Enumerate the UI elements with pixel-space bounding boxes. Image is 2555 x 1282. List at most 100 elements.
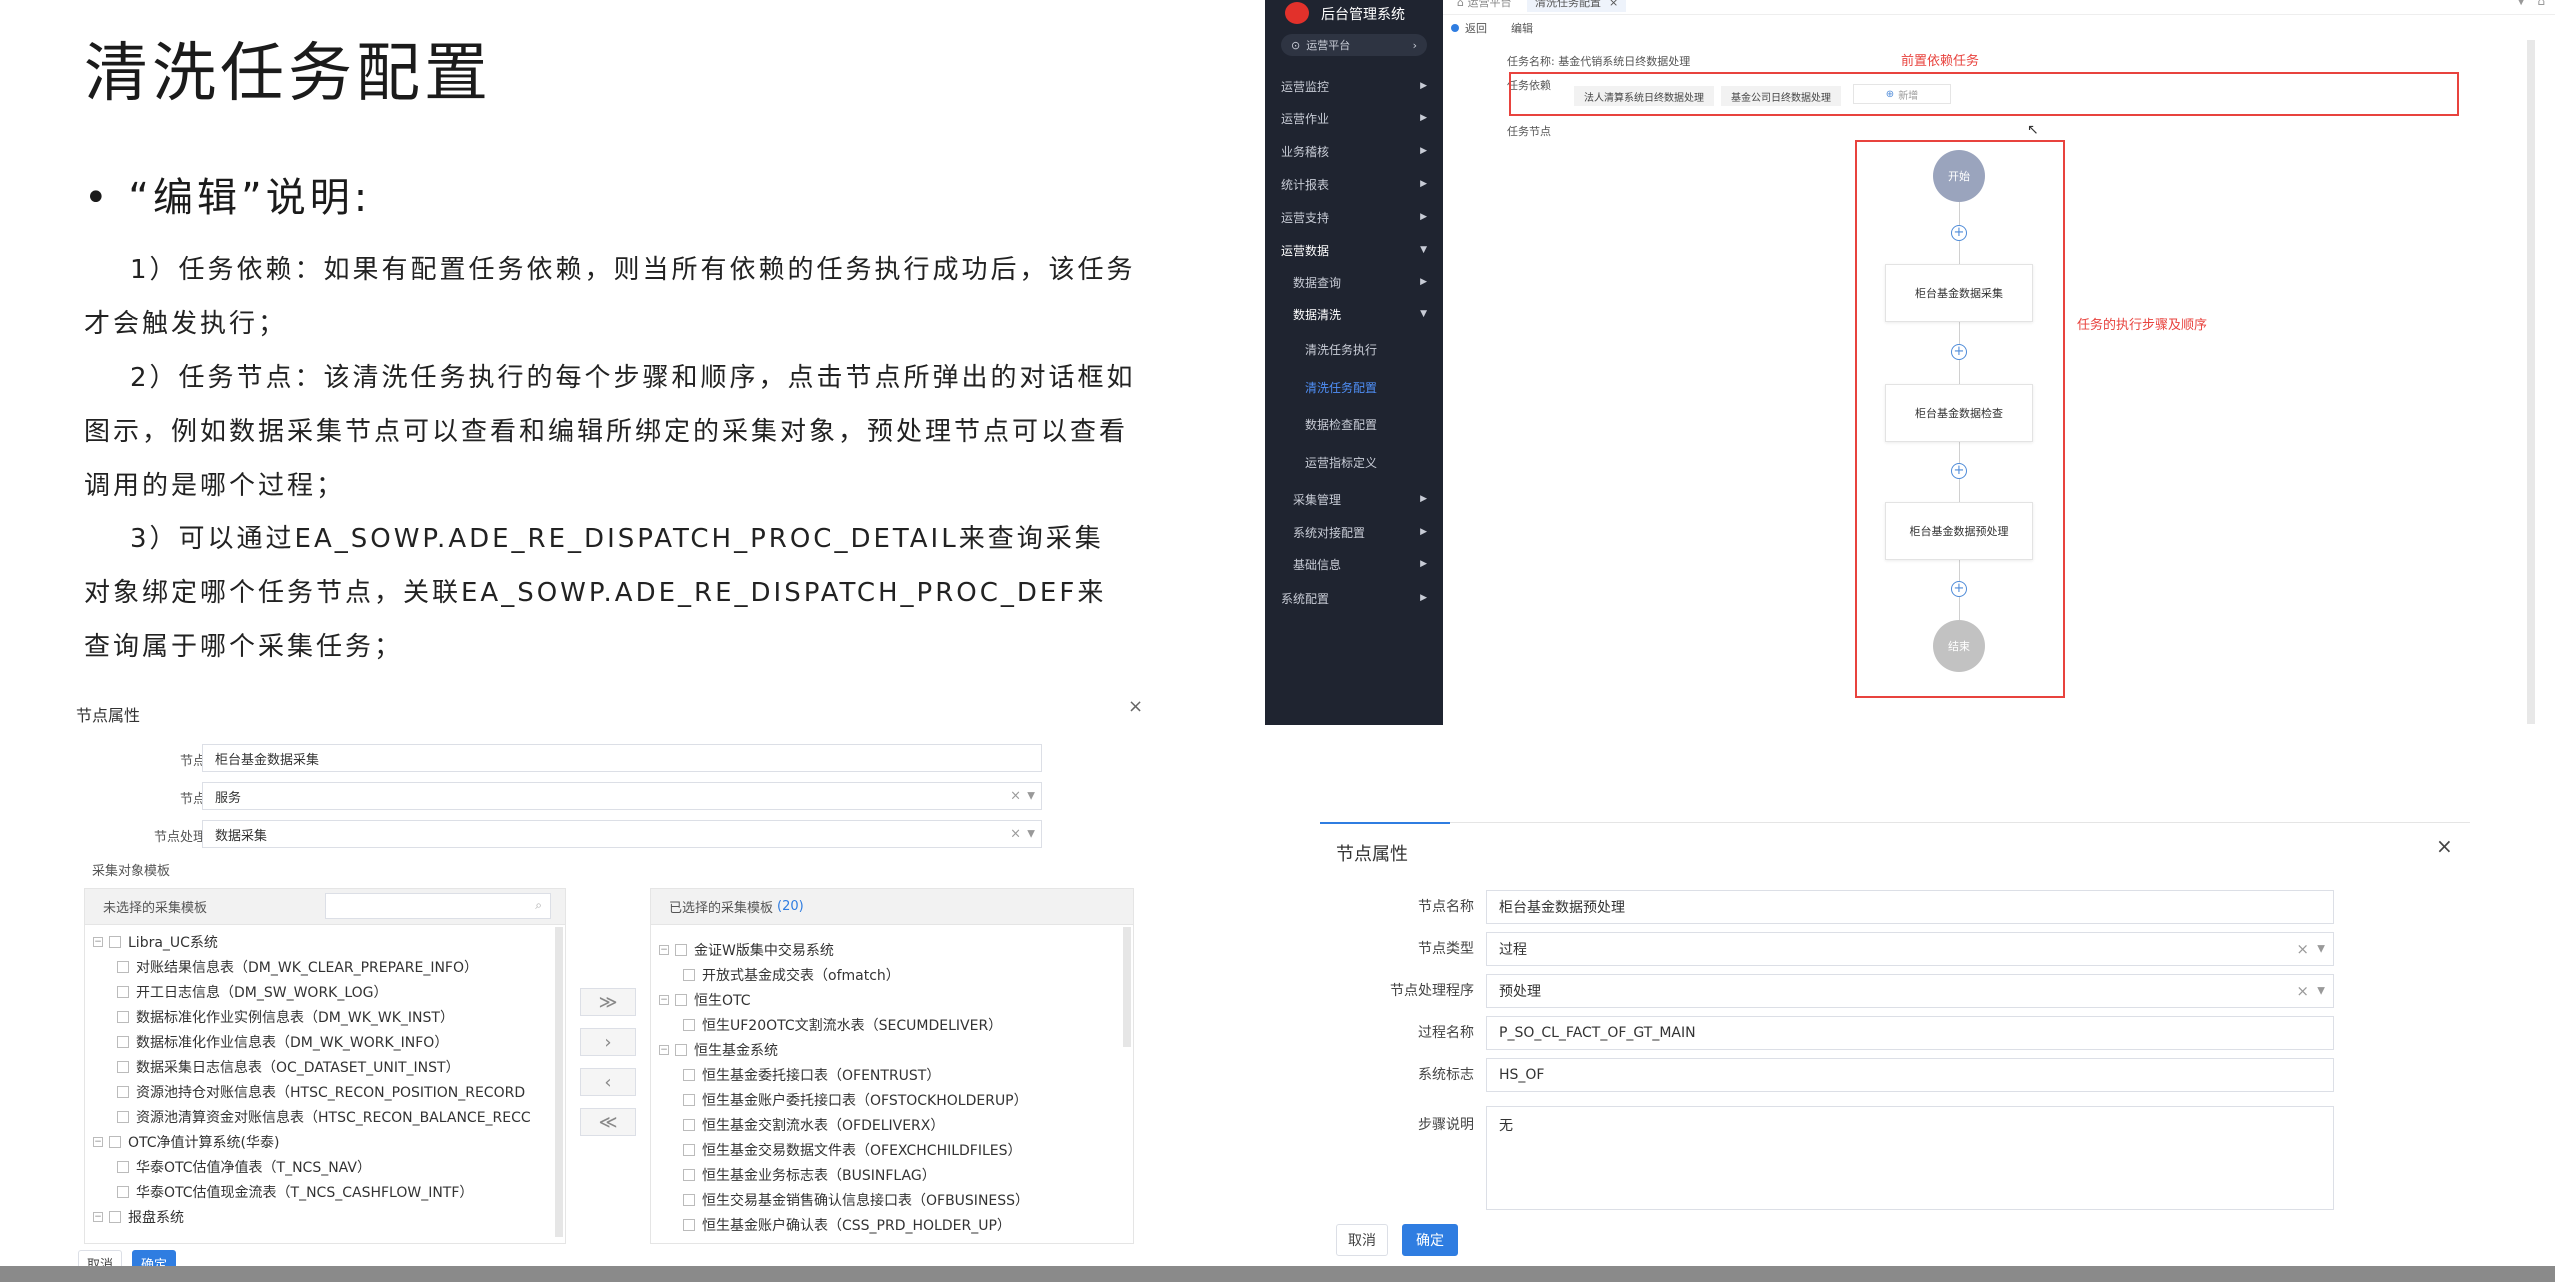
checkbox[interactable]	[109, 935, 121, 948]
tree-item[interactable]: 数据标准化作业实例信息表（DM_WK_WK_INST）	[93, 1004, 555, 1029]
node-type-select[interactable]: 服务 × ▼	[202, 782, 1042, 810]
platform-switcher[interactable]: ⊙ 运营平台 ›	[1281, 34, 1427, 56]
checkbox[interactable]	[117, 960, 129, 973]
checkbox[interactable]	[675, 993, 687, 1006]
menu-ops-job[interactable]: 运营作业 ▶	[1265, 102, 1443, 134]
checkbox[interactable]	[109, 1210, 121, 1223]
clear-icon[interactable]: ×	[2296, 982, 2309, 1000]
menu-clean-exec[interactable]: 清洗任务执行	[1265, 333, 1443, 365]
checkbox[interactable]	[117, 985, 129, 998]
back-button[interactable]: 返回	[1451, 20, 1487, 36]
menu-ops-monitor[interactable]: 运营监控 ▶	[1265, 70, 1443, 102]
checkbox[interactable]	[675, 943, 687, 956]
checkbox[interactable]	[675, 1043, 687, 1056]
checkbox[interactable]	[117, 1110, 129, 1123]
scrollbar[interactable]	[2527, 40, 2535, 724]
node-type-select[interactable]: 过程 × ▼	[1486, 932, 2334, 966]
tree-group[interactable]: − Libra_UC系统	[93, 929, 555, 954]
checkbox[interactable]	[117, 1085, 129, 1098]
menu-system-config[interactable]: 系统配置 ▶	[1265, 582, 1443, 614]
checkbox[interactable]	[117, 1185, 129, 1198]
tree-item[interactable]: 恒生基金账户委托接口表（OFSTOCKHOLDERUP）	[659, 1087, 1121, 1112]
collapse-icon[interactable]: −	[659, 994, 669, 1005]
checkbox[interactable]	[683, 1118, 695, 1131]
step-desc-textarea[interactable]: 无	[1486, 1106, 2334, 1210]
menu-check-config[interactable]: 数据检查配置	[1265, 408, 1443, 440]
collapse-icon[interactable]: −	[659, 944, 669, 955]
close-icon[interactable]: ×	[1128, 696, 1143, 717]
checkbox[interactable]	[683, 1218, 695, 1231]
tree-item[interactable]: 开工日志信息（DM_SW_WORK_LOG）	[93, 979, 555, 1004]
node-handler-select[interactable]: 预处理 × ▼	[1486, 974, 2334, 1008]
menu-reports[interactable]: 统计报表 ▶	[1265, 168, 1443, 200]
checkbox[interactable]	[683, 1068, 695, 1081]
clear-icon[interactable]: ×	[2296, 940, 2309, 958]
tree-item[interactable]: 资源池持仓对账信息表（HTSC_RECON_POSITION_RECORD	[93, 1079, 555, 1104]
node-handler-select[interactable]: 数据采集 × ▼	[202, 820, 1042, 848]
menu-audit[interactable]: 业务稽核 ▶	[1265, 135, 1443, 167]
collapse-icon[interactable]: −	[93, 1136, 103, 1147]
node-name-input[interactable]: 柜台基金数据采集	[202, 744, 1042, 772]
close-icon[interactable]: ×	[2436, 834, 2453, 858]
scrollbar[interactable]	[555, 927, 563, 1237]
move-right-button[interactable]: ›	[580, 1028, 636, 1056]
checkbox[interactable]	[117, 1010, 129, 1023]
tree-item[interactable]: 恒生基金业务标志表（BUSINFLAG）	[659, 1162, 1121, 1187]
clear-icon[interactable]: ×	[1010, 827, 1021, 842]
confirm-button[interactable]: 确定	[1402, 1224, 1458, 1256]
checkbox[interactable]	[117, 1160, 129, 1173]
more-icon[interactable]: ⌂	[2537, 0, 2545, 8]
tree-item[interactable]: 华泰OTC估值净值表（T_NCS_NAV）	[93, 1154, 555, 1179]
tree-item[interactable]: 数据标准化作业信息表（DM_WK_WORK_INFO）	[93, 1029, 555, 1054]
checkbox[interactable]	[117, 1060, 129, 1073]
menu-collect[interactable]: 采集管理 ▶	[1265, 483, 1443, 515]
menu-metric-def[interactable]: 运营指标定义	[1265, 446, 1443, 478]
tree-item[interactable]: 开放式基金成交表（ofmatch）	[659, 962, 1121, 987]
move-left-all-button[interactable]: ≪	[580, 1108, 636, 1136]
tree-item[interactable]: 资源池清算资金对账信息表（HTSC_RECON_BALANCE_RECC	[93, 1104, 555, 1129]
collapse-icon[interactable]: −	[659, 1044, 669, 1055]
clear-icon[interactable]: ×	[1010, 789, 1021, 804]
tree-group[interactable]: − 金证W版集中交易系统	[659, 937, 1121, 962]
checkbox[interactable]	[117, 1035, 129, 1048]
tree-item[interactable]: 恒生基金交易数据文件表（OFEXCHCHILDFILES）	[659, 1137, 1121, 1162]
collapse-icon[interactable]: −	[93, 936, 103, 947]
checkbox[interactable]	[683, 1193, 695, 1206]
cancel-button[interactable]: 取消	[1336, 1224, 1388, 1256]
move-right-all-button[interactable]: ≫	[580, 988, 636, 1016]
menu-basic-info[interactable]: 基础信息 ▶	[1265, 548, 1443, 580]
checkbox[interactable]	[683, 1018, 695, 1031]
menu-support[interactable]: 运营支持 ▶	[1265, 201, 1443, 233]
scrollbar[interactable]	[1123, 927, 1131, 1047]
tree-item[interactable]: 恒生基金交割流水表（OFDELIVERX）	[659, 1112, 1121, 1137]
menu-data-clean[interactable]: 数据清洗 ▼	[1265, 298, 1443, 330]
menu-ops-data[interactable]: 运营数据 ▼	[1265, 234, 1443, 266]
tree-group[interactable]: − 恒生OTC	[659, 987, 1121, 1012]
tree-item[interactable]: 对账结果信息表（DM_WK_CLEAR_PREPARE_INFO）	[93, 954, 555, 979]
tree-item[interactable]: 数据采集日志信息表（OC_DATASET_UNIT_INST）	[93, 1054, 555, 1079]
collapse-icon[interactable]: −	[93, 1211, 103, 1222]
checkbox[interactable]	[683, 1143, 695, 1156]
tree-group[interactable]: − OTC净值计算系统(华泰)	[93, 1129, 555, 1154]
tree-item[interactable]: 恒生UF20OTC文割流水表（SECUMDELIVER）	[659, 1012, 1121, 1037]
checkbox[interactable]	[683, 1168, 695, 1181]
tree-item[interactable]: 华泰OTC估值现金流表（T_NCS_CASHFLOW_INTF）	[93, 1179, 555, 1204]
menu-integration[interactable]: 系统对接配置 ▶	[1265, 516, 1443, 548]
node-name-input[interactable]: 柜台基金数据预处理	[1486, 890, 2334, 924]
tab-clean-config[interactable]: 清洗任务配置 ×	[1527, 0, 1627, 12]
procedure-name-input[interactable]: P_SO_CL_FACT_OF_GT_MAIN	[1486, 1016, 2334, 1050]
menu-clean-config[interactable]: 清洗任务配置	[1265, 371, 1443, 403]
checkbox[interactable]	[109, 1135, 121, 1148]
move-left-button[interactable]: ‹	[580, 1068, 636, 1096]
close-tab-icon[interactable]: ×	[1609, 0, 1618, 9]
tab-home[interactable]: ⌂ 运营平台	[1457, 0, 1511, 10]
tree-group[interactable]: − 恒生基金系统	[659, 1037, 1121, 1062]
tree-item[interactable]: 恒生基金委托接口表（OFENTRUST）	[659, 1062, 1121, 1087]
system-flag-input[interactable]: HS_OF	[1486, 1058, 2334, 1092]
checkbox[interactable]	[683, 968, 695, 981]
tree-item[interactable]: 恒生基金账户确认表（CSS_PRD_HOLDER_UP）	[659, 1212, 1121, 1237]
chevron-down-icon[interactable]: ▼	[2517, 0, 2525, 7]
checkbox[interactable]	[683, 1093, 695, 1106]
menu-data-query[interactable]: 数据查询 ▶	[1265, 266, 1443, 298]
tree-group[interactable]: − 报盘系统	[93, 1204, 555, 1229]
